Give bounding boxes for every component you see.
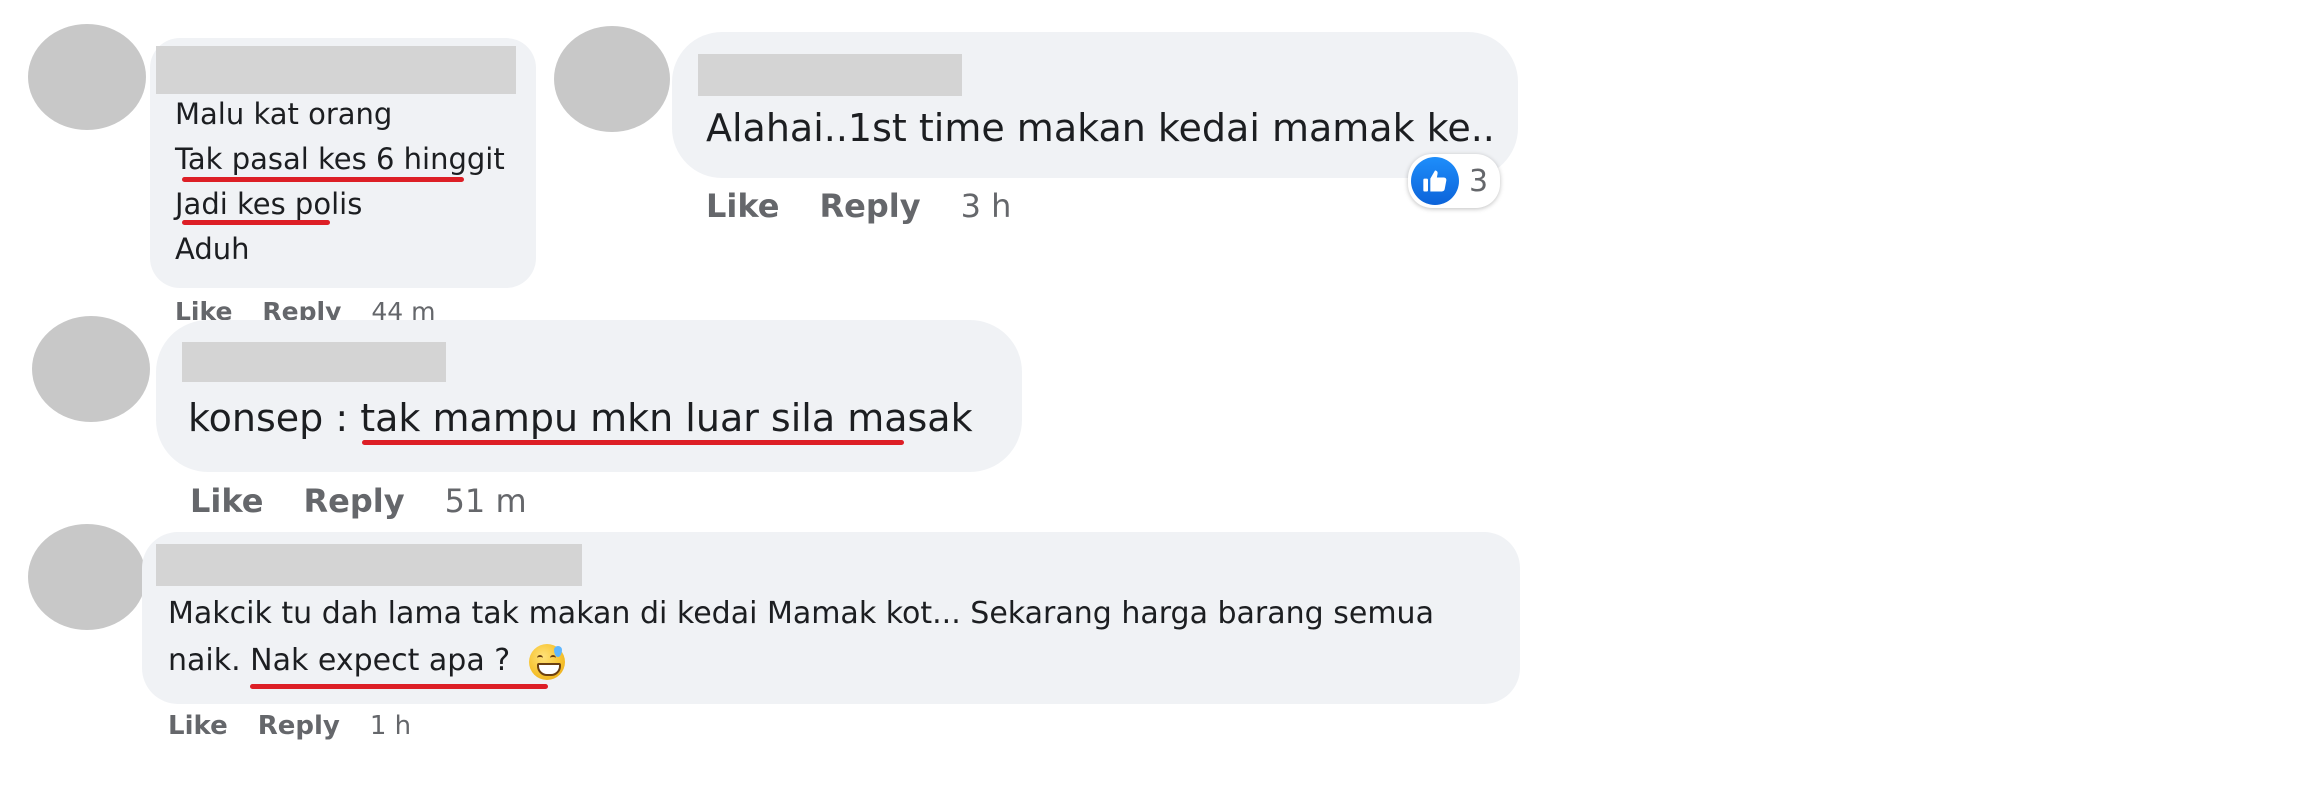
avatar[interactable] <box>28 524 146 630</box>
comment-actions: Like Reply 3 h <box>706 187 1011 225</box>
comment-line: Aduh <box>175 232 250 266</box>
comment-line: Alahai..1st time makan kedai mamak ke.. <box>706 106 1495 150</box>
grinning-sweat-emoji <box>529 644 565 680</box>
reply-button[interactable]: Reply <box>819 187 920 225</box>
redacted-author-name[interactable] <box>182 342 446 382</box>
redacted-author-name[interactable] <box>698 54 962 96</box>
thumbs-up-icon <box>1411 157 1459 205</box>
reply-button[interactable]: Reply <box>258 711 340 741</box>
red-underline <box>250 684 548 689</box>
comment-line: Makcik tu dah lama tak makan di kedai Ma… <box>168 596 1434 631</box>
reaction-count: 3 <box>1469 163 1489 199</box>
comment-line: Malu kat orang <box>175 97 393 131</box>
avatar[interactable] <box>32 316 150 422</box>
comment-actions: Like Reply 1 h <box>168 711 411 741</box>
avatar[interactable] <box>28 24 146 130</box>
timestamp[interactable]: 1 h <box>370 711 411 741</box>
like-button[interactable]: Like <box>706 187 779 225</box>
reactions-badge[interactable]: 3 <box>1408 154 1501 208</box>
like-button[interactable]: Like <box>168 711 228 741</box>
comment-actions: Like Reply 51 m <box>190 482 527 520</box>
red-underline <box>182 220 330 225</box>
timestamp[interactable]: 51 m <box>445 482 527 520</box>
comment-line: Tak pasal kes 6 hinggit <box>175 142 505 176</box>
redacted-author-name[interactable] <box>156 544 582 586</box>
like-button[interactable]: Like <box>190 482 263 520</box>
reply-button[interactable]: Reply <box>303 482 404 520</box>
red-underline <box>362 440 904 445</box>
comment-line: Jadi kes polis <box>175 187 363 221</box>
avatar[interactable] <box>554 26 670 132</box>
timestamp[interactable]: 3 h <box>961 187 1012 225</box>
red-underline <box>182 177 464 182</box>
comment-line: naik. Nak expect apa ? <box>168 643 511 678</box>
redacted-author-name[interactable] <box>156 46 516 94</box>
comment-line: konsep : tak mampu mkn luar sila masak <box>188 396 973 440</box>
